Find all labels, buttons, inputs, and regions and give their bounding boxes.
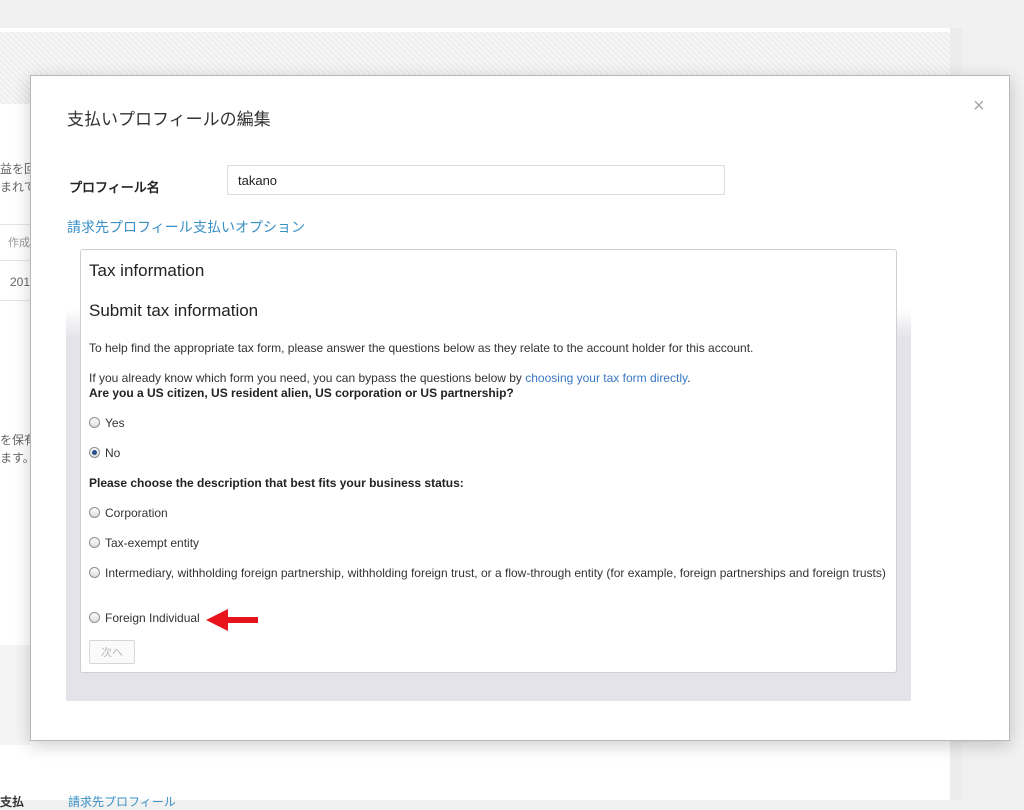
close-icon[interactable]: × <box>973 96 985 116</box>
radio-option-foreign-individual[interactable]: Foreign Individual <box>89 611 200 625</box>
bg-divider <box>0 224 30 225</box>
red-arrow-icon <box>206 609 258 631</box>
bypass-prefix: If you already know which form you need,… <box>89 371 526 385</box>
bypass-suffix: . <box>687 371 691 385</box>
tab-payment-options[interactable]: 支払いオプション <box>193 217 305 237</box>
radio-label: Foreign Individual <box>105 611 200 625</box>
bypass-text: If you already know which form you need,… <box>89 371 690 385</box>
radio-button[interactable] <box>89 567 100 578</box>
us-person-question: Are you a US citizen, US resident alien,… <box>89 386 514 400</box>
bg-link[interactable]: 請求先プロフィール <box>68 793 176 810</box>
tax-heading: Tax information <box>89 261 205 280</box>
bg-divider <box>0 260 30 261</box>
radio-button-selected[interactable] <box>89 447 100 458</box>
tax-information-card: Tax information Submit tax information T… <box>80 249 897 673</box>
business-status-question: Please choose the description that best … <box>89 476 464 490</box>
radio-option-intermediary[interactable]: Intermediary, withholding foreign partne… <box>89 566 895 581</box>
radio-option-corporation[interactable]: Corporation <box>89 506 168 520</box>
radio-button[interactable] <box>89 537 100 548</box>
edit-payment-profile-dialog: × 支払いプロフィールの編集 プロフィール名 請求先プロフィール 支払いオプショ… <box>30 75 1010 741</box>
tax-intro-text: To help find the appropriate tax form, p… <box>89 341 754 355</box>
radio-option-tax-exempt[interactable]: Tax-exempt entity <box>89 536 199 550</box>
radio-option-no[interactable]: No <box>89 446 120 460</box>
radio-label: Tax-exempt entity <box>105 536 200 550</box>
profile-name-label: プロフィール名 <box>69 180 160 195</box>
radio-label: Yes <box>105 416 125 430</box>
tax-panel-backdrop: Tax information Submit tax information T… <box>66 249 911 701</box>
tab-billing-profile[interactable]: 請求先プロフィール <box>67 217 193 237</box>
next-button[interactable]: 次へ <box>89 640 135 664</box>
bg-divider <box>0 300 30 301</box>
bg-cell: 201 <box>10 275 31 289</box>
choose-tax-form-link[interactable]: choosing your tax form directly <box>525 371 687 385</box>
radio-label: Corporation <box>105 506 168 520</box>
radio-button[interactable] <box>89 507 100 518</box>
dialog-title: 支払いプロフィールの編集 <box>67 110 271 129</box>
profile-name-input[interactable] <box>227 165 725 195</box>
bg-block <box>0 645 30 745</box>
radio-option-yes[interactable]: Yes <box>89 416 125 430</box>
radio-label: Intermediary, withholding foreign partne… <box>105 566 886 580</box>
bg-text: 支払 <box>0 795 25 809</box>
tax-subheading: Submit tax information <box>89 301 259 320</box>
radio-button[interactable] <box>89 612 100 623</box>
bg-column-header: 作成 <box>8 237 30 249</box>
radio-button[interactable] <box>89 417 100 428</box>
radio-label: No <box>105 446 121 460</box>
